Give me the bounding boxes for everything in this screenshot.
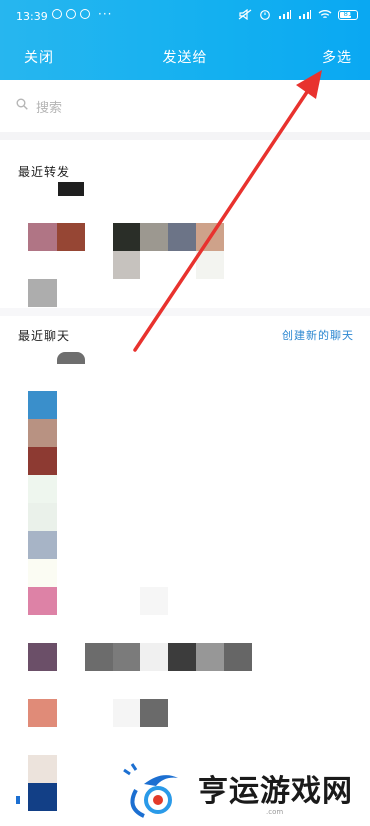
search-bar[interactable]: 搜索 [0,80,370,132]
status-time: 13:39 [16,10,48,23]
multi-select-button[interactable]: 多选 [322,47,352,67]
divider [0,132,370,140]
avatar[interactable] [28,391,57,419]
list-item [113,643,140,671]
avatar[interactable] [28,755,57,783]
watermark-logo: 亨运游戏网 .com [118,760,370,822]
avatar[interactable] [168,223,196,251]
alarm-icon [260,10,270,20]
watermark-icon [123,763,178,818]
search-input[interactable]: 搜索 [36,97,62,116]
app-header: 13:39 ··· 81 关闭 发送给 多选 [0,0,370,80]
avatar[interactable] [28,587,57,615]
avatar[interactable] [57,223,85,251]
list-item [85,643,113,671]
list-item [168,643,196,671]
mute-icon [238,9,252,20]
avatar [57,352,85,364]
avatar[interactable] [196,223,224,251]
notification-icon [80,9,90,19]
battery-icon: 81 [338,9,358,20]
notification-icon [66,9,76,19]
avatar[interactable] [28,279,57,307]
avatar [113,251,140,279]
watermark-domain: .com [266,808,284,816]
status-bar: 13:39 ··· 81 [0,0,370,30]
avatar[interactable] [28,531,57,559]
avatar[interactable] [140,223,168,251]
avatar[interactable] [58,182,84,196]
divider [0,308,370,316]
list-item [140,699,168,727]
list-item [113,699,140,727]
avatar[interactable] [28,783,57,811]
notification-icon [52,9,62,19]
recent-forward-title: 最近转发 [18,165,71,179]
list-item [196,643,224,671]
avatar[interactable] [28,643,57,671]
recent-chats-title: 最近聊天 [18,329,71,343]
avatar[interactable] [28,447,57,475]
signal-icon [279,10,291,19]
avatar[interactable] [28,419,57,447]
list-item [224,643,252,671]
avatar[interactable] [28,699,57,727]
avatar[interactable] [28,475,57,503]
avatar [196,251,224,279]
search-icon [16,98,28,110]
status-icons: 81 [238,9,358,20]
new-chat-link[interactable]: 创建新的聊天 [282,327,354,343]
watermark-mark [16,796,20,804]
page-title: 发送给 [162,50,208,66]
list-item [140,643,168,671]
more-notifications-icon: ··· [98,7,113,21]
wifi-icon [318,10,332,19]
avatar[interactable] [28,223,57,251]
list-item [140,587,168,615]
avatar[interactable] [28,503,57,531]
signal-icon [299,10,311,19]
avatar[interactable] [113,223,140,251]
avatar[interactable] [28,559,57,587]
watermark-text: 亨运游戏网 [198,774,353,809]
